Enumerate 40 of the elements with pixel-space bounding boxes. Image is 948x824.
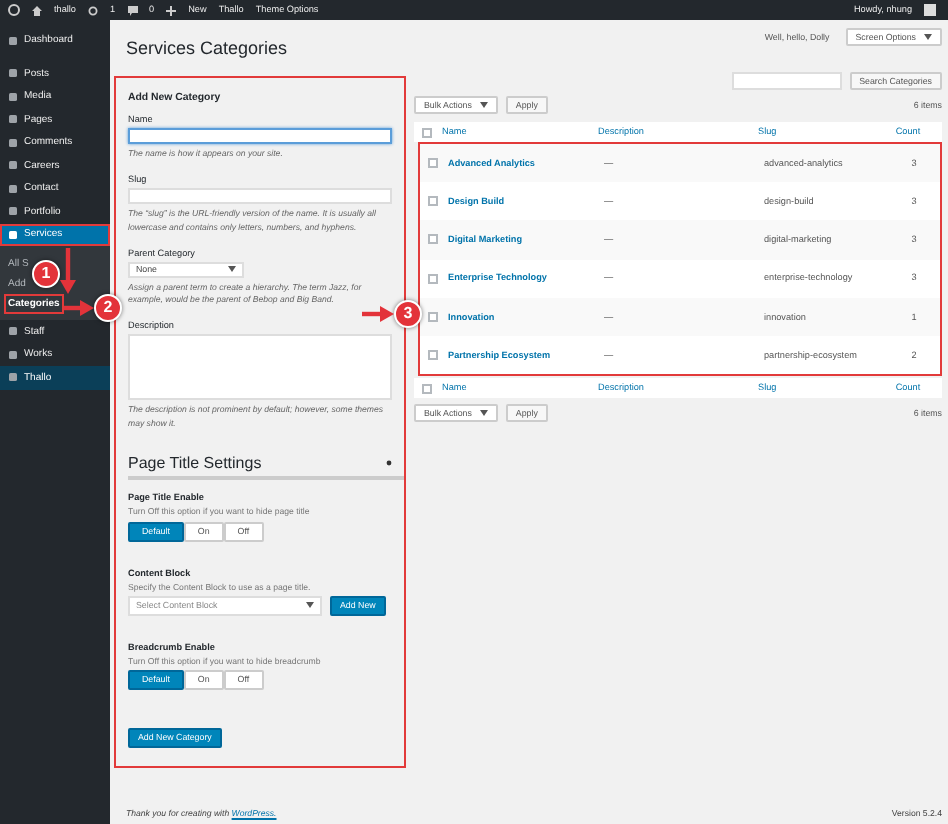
square-icon — [8, 326, 18, 337]
caret-icon — [479, 410, 488, 417]
checkbox[interactable] — [428, 158, 438, 169]
square-icon — [8, 206, 18, 217]
section-title: Page Title Settings — [128, 453, 262, 473]
square-icon — [8, 349, 18, 360]
square-icon — [8, 137, 18, 148]
checkbox[interactable] — [428, 273, 438, 284]
arrow — [362, 306, 394, 322]
checkbox[interactable] — [428, 350, 438, 361]
square-icon — [8, 35, 18, 45]
checkbox[interactable] — [428, 234, 438, 245]
caret-icon — [924, 34, 932, 40]
square-icon — [8, 68, 18, 79]
avatar-icon[interactable] — [924, 4, 936, 16]
caret-icon — [306, 602, 314, 609]
square-icon — [8, 160, 18, 171]
checkbox[interactable] — [422, 383, 432, 394]
speech-bubble-icon[interactable] — [127, 5, 138, 15]
square-icon — [8, 372, 18, 383]
checkbox[interactable] — [422, 127, 432, 137]
page-title: Services Categories — [126, 38, 288, 60]
input-field[interactable] — [128, 128, 392, 145]
dot-icon[interactable] — [386, 460, 392, 467]
textarea-field[interactable] — [128, 334, 392, 401]
square-icon — [8, 114, 18, 125]
caret-icon — [228, 266, 236, 273]
square-icon — [8, 229, 18, 240]
circle-logo-icon[interactable] — [8, 4, 20, 16]
arrow — [64, 300, 94, 316]
home-icon[interactable] — [32, 5, 42, 15]
square-icon — [8, 91, 18, 102]
arrow — [60, 248, 76, 296]
caret-icon — [479, 102, 488, 108]
search-field[interactable] — [731, 72, 842, 90]
checkbox[interactable] — [428, 311, 438, 322]
square-icon — [8, 183, 18, 194]
plus-icon[interactable] — [166, 5, 177, 15]
refresh-icon[interactable] — [87, 5, 98, 15]
checkbox[interactable] — [428, 196, 438, 207]
